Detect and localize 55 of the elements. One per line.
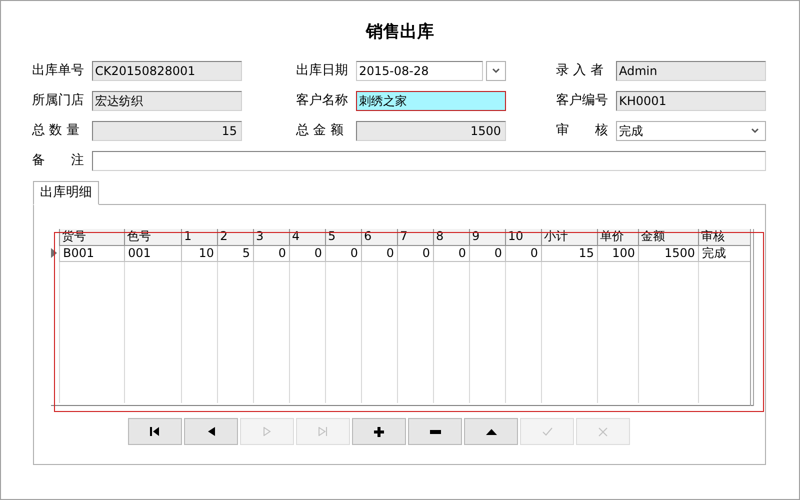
- field-label: 录 入 者: [556, 62, 604, 80]
- date-field[interactable]: 2015-08-28: [356, 61, 483, 81]
- table-cell: 0: [326, 245, 362, 261]
- skip-back-icon: [150, 427, 160, 436]
- field-label: 总 金 额: [296, 122, 344, 140]
- table-cell: 0: [290, 245, 326, 261]
- minus-icon: [430, 430, 440, 434]
- readonly-field[interactable]: CK20150828001: [92, 61, 242, 81]
- dropdown-field[interactable]: 完成: [616, 121, 766, 141]
- table-cell: 1500: [638, 245, 698, 261]
- field-label: 总 数 量: [32, 122, 80, 140]
- nav-button[interactable]: [184, 418, 238, 445]
- field-label: 所属门店: [32, 92, 85, 110]
- field-label: 审 核: [556, 122, 609, 140]
- table-cell: 0: [506, 245, 542, 261]
- table-cell: 100: [598, 245, 638, 261]
- table-cell: 001: [124, 245, 182, 261]
- field-label: 客户名称: [296, 92, 349, 110]
- table-cell: B001: [60, 245, 124, 261]
- window-title: 销售出库: [366, 21, 434, 43]
- triangle-up-icon: [486, 428, 496, 434]
- field-label: 客户编号: [556, 92, 609, 110]
- remarks-field[interactable]: [92, 151, 766, 171]
- x-icon: [598, 426, 608, 436]
- table-cell: 0: [362, 245, 398, 261]
- table-cell: 5: [218, 245, 254, 261]
- field-label: 出库日期: [296, 62, 349, 80]
- nav-button[interactable]: [352, 418, 406, 445]
- table-cell: 0: [470, 245, 506, 261]
- table-cell: 完成: [698, 245, 750, 261]
- chevron-down-icon: [751, 128, 759, 134]
- table-cell: 0: [434, 245, 470, 261]
- nav-button[interactable]: [408, 418, 462, 445]
- table-cell: 15: [542, 245, 598, 261]
- table-cell: 10: [182, 245, 218, 261]
- tab[interactable]: 出库明细: [33, 181, 99, 205]
- skip-forward-icon: [318, 427, 328, 436]
- triangle-right-icon: [263, 427, 271, 436]
- field-label: 备 注: [32, 152, 85, 170]
- field-label: 出库单号: [32, 62, 85, 80]
- nav-button[interactable]: [464, 418, 518, 445]
- chevron-down-icon: [492, 68, 500, 74]
- plus-icon: [374, 426, 384, 436]
- readonly-field[interactable]: Admin: [616, 61, 766, 81]
- readonly-field[interactable]: 宏达纺织: [92, 91, 242, 111]
- text-field[interactable]: 刺绣之家: [356, 91, 506, 111]
- nav-button[interactable]: [128, 418, 182, 445]
- spinner-dropdown[interactable]: [486, 61, 506, 81]
- table-cell: 0: [254, 245, 290, 261]
- readonly-field[interactable]: 1500: [356, 121, 506, 141]
- table-cell: 0: [398, 245, 434, 261]
- readonly-field[interactable]: 15: [92, 121, 242, 141]
- check-icon: [542, 427, 552, 436]
- triangle-left-icon: [208, 427, 214, 436]
- readonly-field[interactable]: KH0001: [616, 91, 766, 111]
